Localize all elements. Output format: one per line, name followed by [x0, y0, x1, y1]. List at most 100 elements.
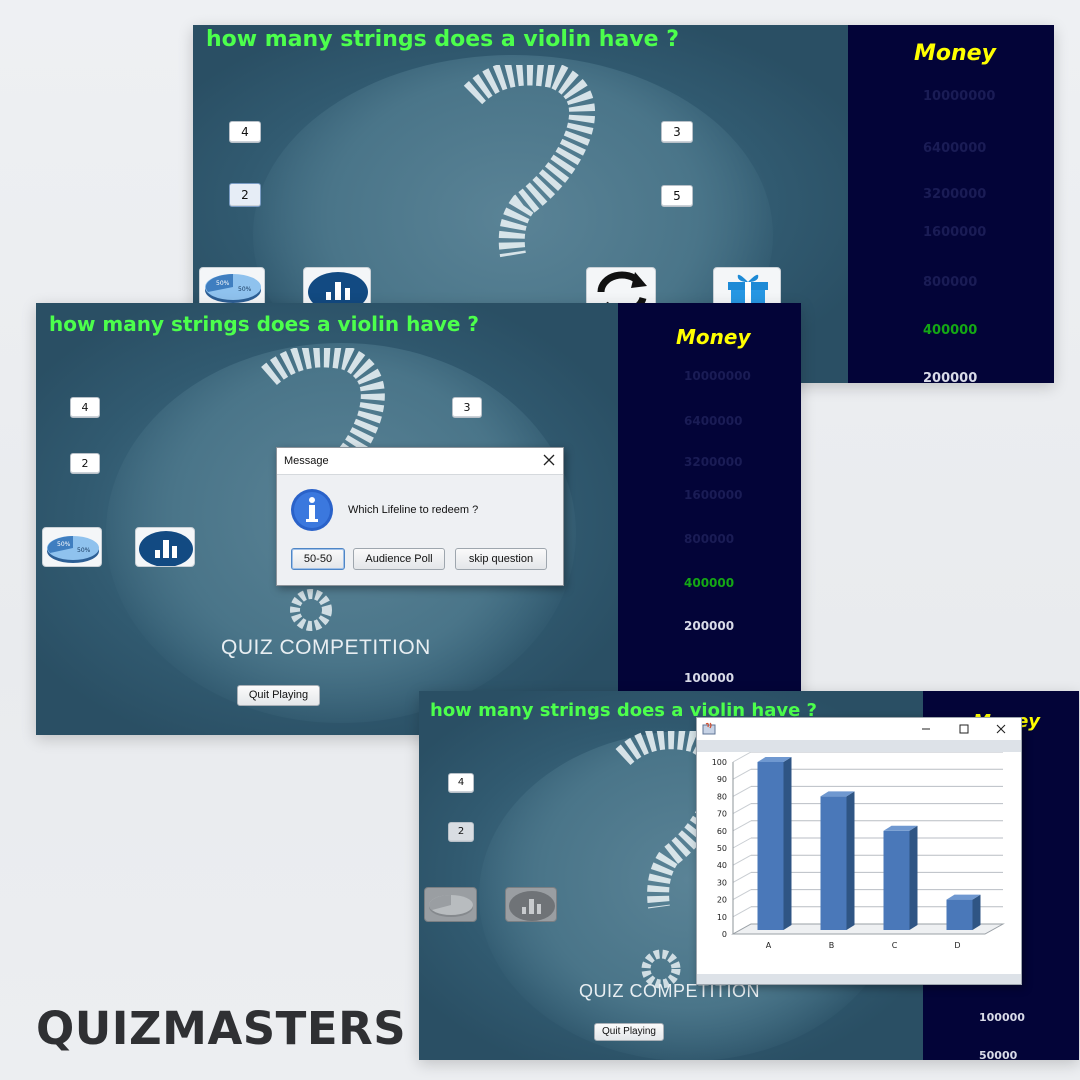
gridline-side — [732, 854, 752, 866]
gridline-side — [732, 820, 752, 832]
y-tick-label: 20 — [717, 896, 727, 905]
pie-label-right: 50% — [77, 547, 91, 554]
game-screen-3: how many strings does a violin have ? 4 … — [419, 691, 1079, 1060]
y-tick-label: 60 — [717, 827, 727, 836]
fifty-fifty-icon — [429, 895, 473, 917]
option-c-button[interactable]: 2 — [448, 822, 474, 842]
money-level: 200000 — [684, 619, 735, 633]
y-tick-label: 30 — [717, 878, 727, 887]
gridline-side — [732, 752, 752, 763]
bar-side — [846, 791, 855, 930]
maximize-icon[interactable] — [959, 724, 969, 734]
audience-poll-lifeline-button-used — [505, 887, 557, 922]
money-ladder-panel: Money 10000000 6400000 3200000 1600000 8… — [848, 25, 1054, 383]
y-tick-label: 70 — [717, 810, 727, 819]
fifty-fifty-lifeline-button[interactable]: 50% 50% — [199, 267, 265, 307]
money-level-current: 400000 — [684, 576, 735, 590]
x-tick-label: C — [892, 941, 898, 950]
y-tick-label: 10 — [717, 913, 727, 922]
game-screen-2: how many strings does a violin have ? 4 … — [36, 303, 801, 735]
audience-poll-option-button[interactable]: Audience Poll — [353, 548, 445, 570]
money-level: 6400000 — [923, 141, 987, 156]
bar — [820, 796, 847, 930]
money-level: 100000 — [684, 671, 735, 685]
pie-label-left: 50% — [216, 280, 230, 287]
y-tick-label: 50 — [717, 844, 727, 853]
gridline-side — [732, 785, 752, 797]
fifty-fifty-icon: 50% 50% — [205, 274, 261, 303]
audience-poll-lifeline-button[interactable] — [135, 527, 195, 567]
audience-poll-icon — [308, 272, 368, 306]
question-mark-graphic — [463, 65, 596, 258]
bar-side — [783, 757, 792, 930]
fifty-fifty-lifeline-button[interactable]: 50% 50% — [42, 527, 102, 567]
java-app-icon — [702, 722, 716, 735]
competition-title: QUIZ COMPETITION — [221, 636, 431, 659]
money-level: 6400000 — [684, 414, 743, 428]
y-tick-label: 90 — [717, 775, 727, 784]
y-tick-label: 80 — [717, 792, 727, 801]
audience-poll-bar-chart: 0 10 20 30 40 50 60 70 80 90 100 A B C D — [712, 752, 1005, 950]
x-tick-label: B — [829, 941, 835, 950]
bar-side — [972, 894, 981, 930]
chart-window-bottom-strip — [697, 974, 1021, 984]
option-a-button[interactable]: 4 — [229, 121, 261, 143]
y-tick-label: 100 — [712, 758, 727, 767]
gridline-side — [732, 768, 752, 780]
pie-label-right: 50% — [238, 286, 252, 293]
money-level: 3200000 — [684, 455, 743, 469]
option-c-button[interactable]: 2 — [70, 453, 100, 474]
dialog-title: Message — [284, 455, 329, 467]
money-level: 1600000 — [923, 225, 987, 240]
brand-title: QUIZMASTERS — [36, 1002, 407, 1055]
dialog-message: Which Lifeline to redeem ? — [348, 504, 479, 516]
gridline-side — [732, 889, 752, 901]
info-icon — [291, 489, 333, 531]
x-tick-label: A — [766, 941, 772, 950]
fifty-fifty-lifeline-button-used — [424, 887, 477, 922]
gridline-side — [732, 871, 752, 883]
money-title: Money — [914, 41, 996, 66]
quit-playing-button[interactable]: Quit Playing — [237, 685, 320, 706]
skip-question-option-button[interactable]: skip question — [455, 548, 547, 570]
money-title: Money — [676, 325, 751, 349]
chart-window-strip — [697, 740, 1021, 752]
option-c-button[interactable]: 2 — [229, 183, 261, 207]
option-b-button[interactable]: 3 — [452, 397, 482, 418]
fifty-fifty-icon: 50% 50% — [47, 536, 99, 563]
bar — [757, 762, 784, 930]
money-level: 800000 — [923, 275, 978, 290]
skip-question-icon — [597, 271, 647, 306]
audience-poll-icon — [139, 531, 193, 566]
option-a-button[interactable]: 4 — [70, 397, 100, 418]
money-level: 3200000 — [923, 187, 987, 202]
money-level-current: 400000 — [923, 323, 978, 338]
pie-label-left: 50% — [57, 541, 71, 548]
skip-question-lifeline-button[interactable] — [586, 267, 656, 307]
gift-icon — [728, 274, 768, 306]
bar — [883, 830, 910, 930]
money-level: 800000 — [684, 532, 735, 546]
minimize-icon[interactable] — [921, 724, 931, 734]
gridline-side — [732, 906, 752, 918]
money-level: 100000 — [979, 1011, 1025, 1024]
option-b-button[interactable]: 3 — [661, 121, 693, 143]
question-text: how many strings does a violin have ? — [206, 27, 679, 52]
close-icon[interactable] — [996, 724, 1006, 734]
audience-poll-icon — [509, 891, 555, 921]
gridline-side — [732, 837, 752, 849]
money-level: 50000 — [979, 1049, 1018, 1060]
chart-window-titlebar — [697, 718, 1021, 740]
option-d-button[interactable]: 5 — [661, 185, 693, 207]
y-tick-label: 40 — [717, 861, 727, 870]
option-a-button[interactable]: 4 — [448, 773, 474, 793]
x-tick-label: D — [954, 941, 960, 950]
gift-lifeline-button[interactable] — [713, 267, 781, 307]
close-icon[interactable] — [543, 454, 555, 466]
quit-playing-button[interactable]: Quit Playing — [594, 1023, 664, 1041]
fifty-fifty-option-button[interactable]: 50-50 — [291, 548, 345, 570]
money-level: 1600000 — [684, 488, 743, 502]
money-level: 10000000 — [923, 89, 996, 104]
bar — [946, 899, 973, 930]
audience-poll-lifeline-button[interactable] — [303, 267, 371, 307]
